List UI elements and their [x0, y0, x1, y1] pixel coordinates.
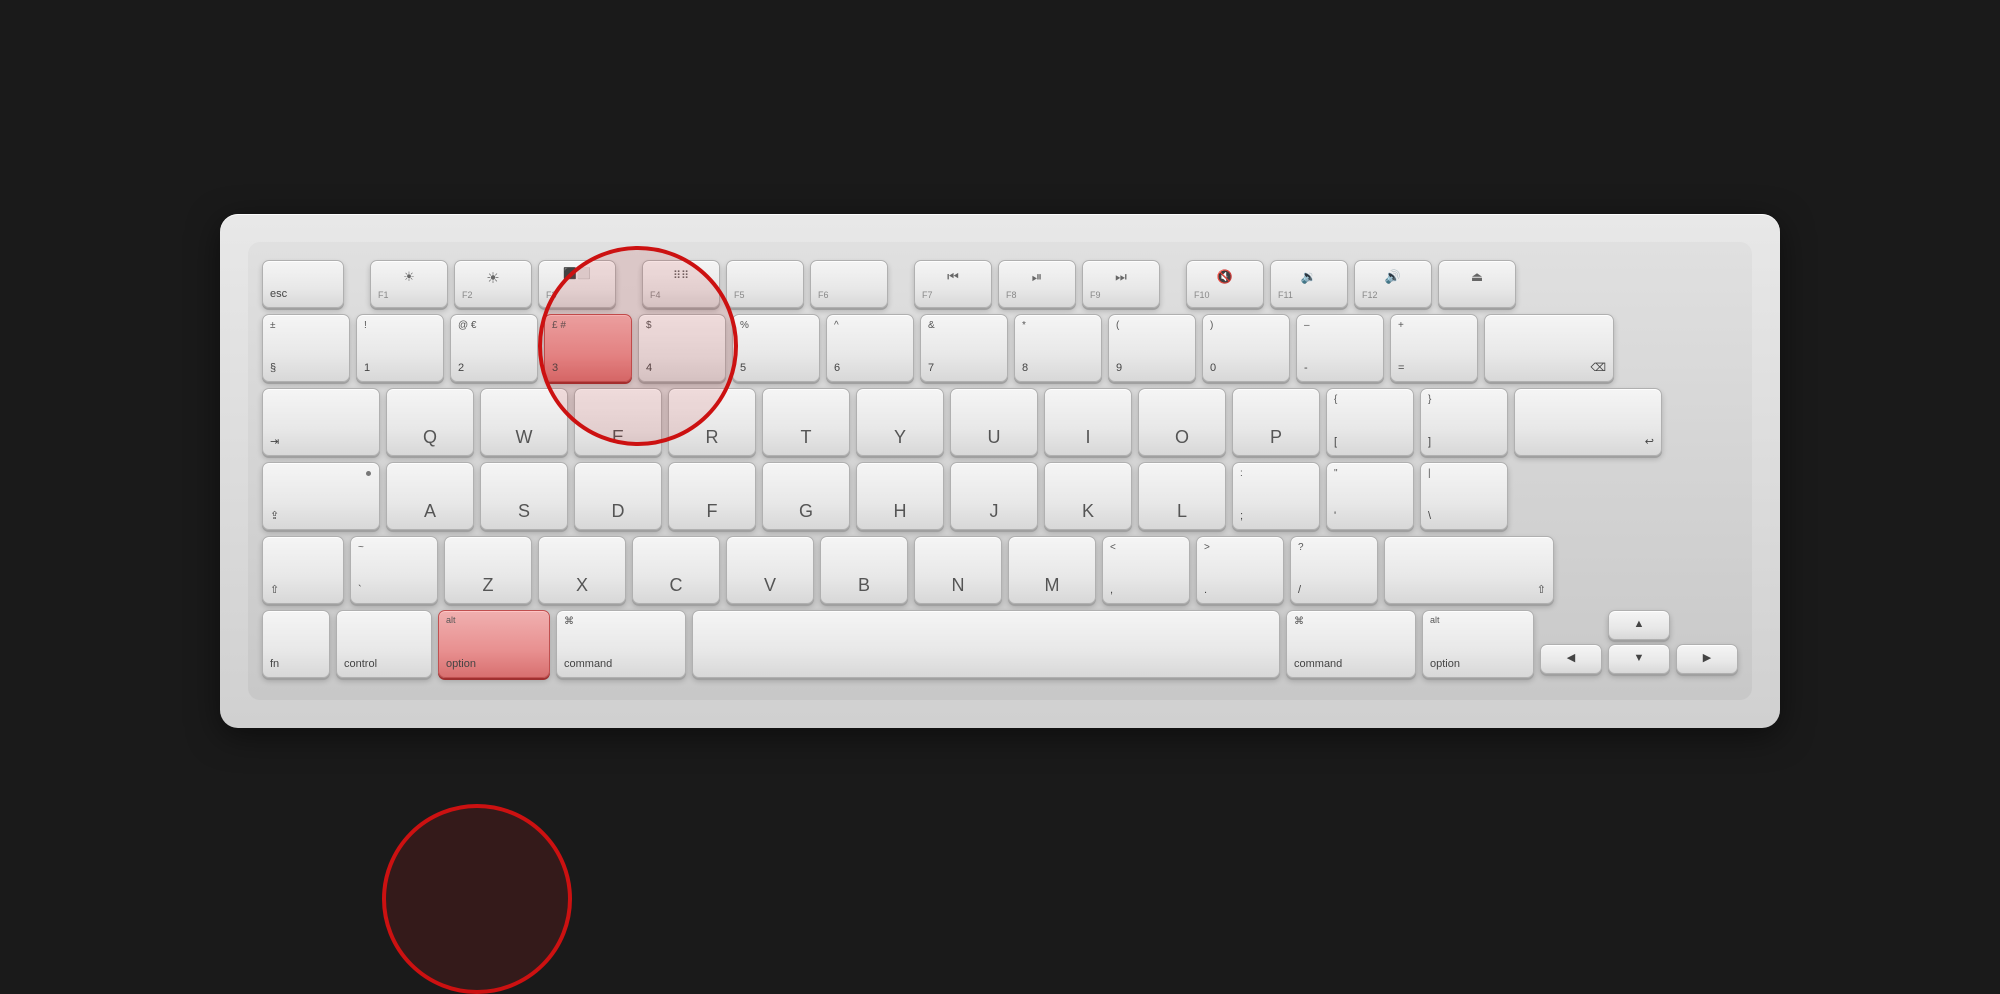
key-r[interactable]: R — [668, 388, 756, 456]
key-semicolon[interactable]: : ; — [1232, 462, 1320, 530]
key-equals[interactable]: + = — [1390, 314, 1478, 382]
key-a[interactable]: A — [386, 462, 474, 530]
key-f2[interactable]: ☀ F2 — [454, 260, 532, 308]
key-u[interactable]: U — [950, 388, 1038, 456]
key-backslash[interactable]: | \ — [1420, 462, 1508, 530]
key-g[interactable]: G — [762, 462, 850, 530]
key-bracket-right[interactable]: } ] — [1420, 388, 1508, 456]
key-d[interactable]: D — [574, 462, 662, 530]
key-i[interactable]: I — [1044, 388, 1132, 456]
key-5[interactable]: % 5 — [732, 314, 820, 382]
key-return[interactable]: ↩ — [1514, 388, 1662, 456]
key-slash[interactable]: ? / — [1290, 536, 1378, 604]
key-minus[interactable]: – - — [1296, 314, 1384, 382]
key-f7[interactable]: ⏮ F7 — [914, 260, 992, 308]
key-q[interactable]: Q — [386, 388, 474, 456]
key-f3[interactable]: ⬛⬜ F3 — [538, 260, 616, 308]
key-caps-lock[interactable]: ⇪ — [262, 462, 380, 530]
key-n[interactable]: N — [914, 536, 1002, 604]
key-option-left[interactable]: alt option — [438, 610, 550, 678]
key-0[interactable]: ) 0 — [1202, 314, 1290, 382]
key-l[interactable]: L — [1138, 462, 1226, 530]
key-6[interactable]: ^ 6 — [826, 314, 914, 382]
key-arrow-left[interactable]: ◀ — [1540, 644, 1602, 674]
key-delete[interactable]: ⌫ — [1484, 314, 1614, 382]
key-f5[interactable]: F5 — [726, 260, 804, 308]
key-bracket-left[interactable]: { [ — [1326, 388, 1414, 456]
asdf-row: ⇪ A S D F G H J K — [262, 462, 1738, 530]
key-v[interactable]: V — [726, 536, 814, 604]
key-2[interactable]: @ € 2 — [450, 314, 538, 382]
fn-row: esc ☀ F1 ☀ F2 ⬛⬜ F3 ⠿⠿ F4 F5 — [262, 260, 1738, 308]
key-section[interactable]: ± § — [262, 314, 350, 382]
key-f12[interactable]: 🔊 F12 — [1354, 260, 1432, 308]
key-quote[interactable]: " ' — [1326, 462, 1414, 530]
key-comma[interactable]: < , — [1102, 536, 1190, 604]
key-b[interactable]: B — [820, 536, 908, 604]
key-x[interactable]: X — [538, 536, 626, 604]
key-shift-right[interactable]: ⇧ — [1384, 536, 1554, 604]
key-1[interactable]: ! 1 — [356, 314, 444, 382]
key-k[interactable]: K — [1044, 462, 1132, 530]
key-arrow-down[interactable]: ▼ — [1608, 644, 1670, 674]
key-fn[interactable]: fn — [262, 610, 330, 678]
key-f1[interactable]: ☀ F1 — [370, 260, 448, 308]
key-y[interactable]: Y — [856, 388, 944, 456]
key-4[interactable]: $ 4 — [638, 314, 726, 382]
key-o[interactable]: O — [1138, 388, 1226, 456]
zxcv-row: ⇧ ~ ` Z X C V B N — [262, 536, 1738, 604]
key-f4[interactable]: ⠿⠿ F4 — [642, 260, 720, 308]
key-8[interactable]: * 8 — [1014, 314, 1102, 382]
key-m[interactable]: M — [1008, 536, 1096, 604]
keyboard-wrapper: esc ☀ F1 ☀ F2 ⬛⬜ F3 ⠿⠿ F4 F5 — [220, 214, 1780, 728]
key-command-right[interactable]: ⌘ command — [1286, 610, 1416, 678]
arrow-row-top: ▲ — [1540, 610, 1738, 640]
arrow-cluster: ▲ ◀ ▼ ▶ — [1540, 610, 1738, 678]
key-c[interactable]: C — [632, 536, 720, 604]
key-p[interactable]: P — [1232, 388, 1320, 456]
number-row: ± § ! 1 @ € 2 £ # 3 $ 4 % 5 — [262, 314, 1738, 382]
key-f6[interactable]: F6 — [810, 260, 888, 308]
key-eject[interactable]: ⏏ — [1438, 260, 1516, 308]
key-space[interactable] — [692, 610, 1280, 678]
key-7[interactable]: & 7 — [920, 314, 1008, 382]
key-esc[interactable]: esc — [262, 260, 344, 308]
key-shift-left[interactable]: ⇧ — [262, 536, 344, 604]
key-w[interactable]: W — [480, 388, 568, 456]
key-f10[interactable]: 🔇 F10 — [1186, 260, 1264, 308]
key-9[interactable]: ( 9 — [1108, 314, 1196, 382]
key-h[interactable]: H — [856, 462, 944, 530]
key-f[interactable]: F — [668, 462, 756, 530]
key-s[interactable]: S — [480, 462, 568, 530]
key-f8[interactable]: ⏯ F8 — [998, 260, 1076, 308]
key-option-right[interactable]: alt option — [1422, 610, 1534, 678]
key-arrow-up[interactable]: ▲ — [1608, 610, 1670, 640]
key-period[interactable]: > . — [1196, 536, 1284, 604]
bottom-row: fn control alt option ⌘ command ⌘ comman… — [262, 610, 1738, 678]
key-f9[interactable]: ⏭ F9 — [1082, 260, 1160, 308]
key-3[interactable]: £ # 3 — [544, 314, 632, 382]
key-e[interactable]: E — [574, 388, 662, 456]
key-t[interactable]: T — [762, 388, 850, 456]
key-command-left[interactable]: ⌘ command — [556, 610, 686, 678]
qwerty-row: ⇥ Q W E R T Y U I — [262, 388, 1738, 456]
key-j[interactable]: J — [950, 462, 1038, 530]
key-tilde[interactable]: ~ ` — [350, 536, 438, 604]
highlight-circle-option — [382, 804, 572, 994]
key-f11[interactable]: 🔉 F11 — [1270, 260, 1348, 308]
key-tab[interactable]: ⇥ — [262, 388, 380, 456]
keyboard-body: esc ☀ F1 ☀ F2 ⬛⬜ F3 ⠿⠿ F4 F5 — [248, 242, 1752, 700]
arrow-row-bottom: ◀ ▼ ▶ — [1540, 644, 1738, 674]
key-z[interactable]: Z — [444, 536, 532, 604]
key-arrow-right[interactable]: ▶ — [1676, 644, 1738, 674]
key-control[interactable]: control — [336, 610, 432, 678]
